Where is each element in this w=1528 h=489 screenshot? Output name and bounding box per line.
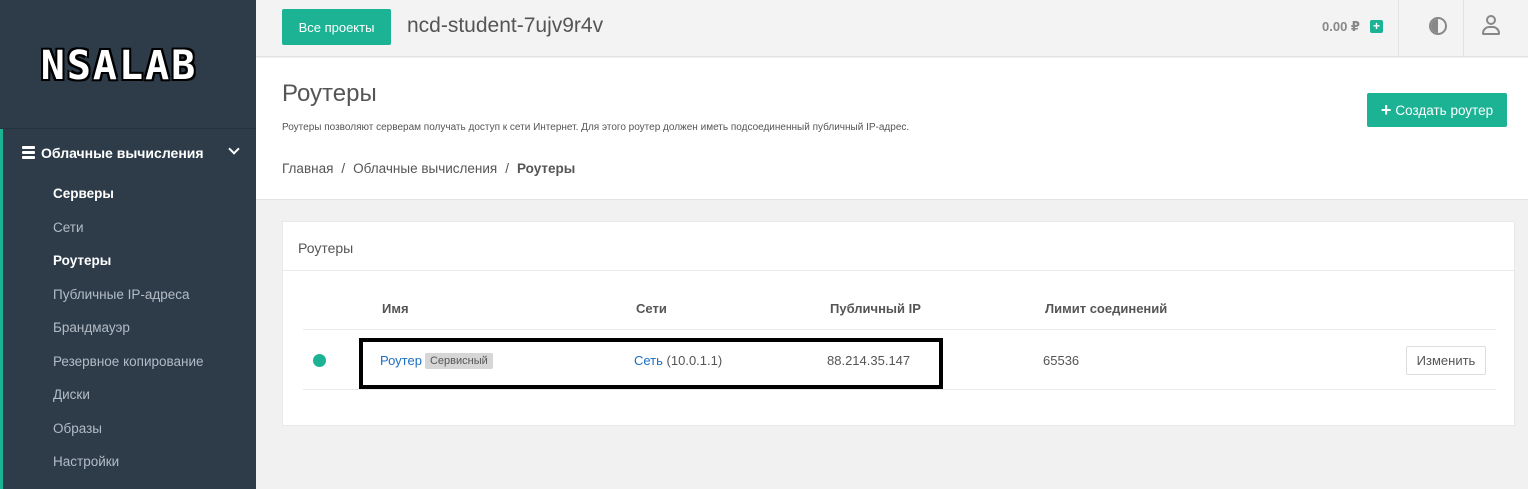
sidebar-item-disks[interactable]: Диски bbox=[3, 378, 256, 412]
nav-list: Серверы Сети Роутеры Публичные IP-адреса… bbox=[3, 174, 256, 479]
sidebar-item-images[interactable]: Образы bbox=[3, 412, 256, 446]
nav-section-cloud: Облачные вычисления Серверы Сети Роутеры… bbox=[0, 129, 256, 489]
conn-limit-cell: 65536 bbox=[1043, 353, 1080, 368]
column-header-networks: Сети bbox=[636, 301, 667, 316]
theme-toggle-icon[interactable] bbox=[1429, 17, 1447, 35]
sidebar-item-routers[interactable]: Роутеры bbox=[3, 244, 256, 278]
sidebar-item-settings[interactable]: Настройки bbox=[3, 445, 256, 479]
user-icon[interactable] bbox=[1481, 15, 1501, 37]
topbar: Все проекты ncd-student-7ujv9r4v 0.00 ₽ … bbox=[256, 0, 1528, 57]
table-header-divider bbox=[303, 329, 1496, 330]
sidebar-item-firewall[interactable]: Брандмауэр bbox=[3, 311, 256, 345]
page-header: Роутеры Роутеры позволяют серверам получ… bbox=[256, 58, 1528, 200]
breadcrumb-home[interactable]: Главная bbox=[282, 161, 333, 176]
plus-icon: + bbox=[1380, 100, 1392, 120]
chevron-down-icon[interactable] bbox=[228, 143, 240, 155]
column-header-name: Имя bbox=[382, 301, 409, 316]
card-divider bbox=[283, 270, 1514, 271]
table-row-divider bbox=[303, 389, 1496, 390]
routers-card: Роутеры Имя Сети Публичный IP Лимит соед… bbox=[282, 221, 1515, 426]
breadcrumb: Главная / Облачные вычисления / Роутеры bbox=[282, 161, 576, 176]
sidebar-item-backups[interactable]: Резервное копирование bbox=[3, 345, 256, 379]
logo-area: NSALAB bbox=[0, 0, 256, 129]
project-name: ncd-student-7ujv9r4v bbox=[407, 14, 604, 37]
sidebar-item-networks[interactable]: Сети bbox=[3, 211, 256, 245]
create-router-label: Создать роутер bbox=[1395, 102, 1494, 118]
all-projects-button[interactable]: Все проекты bbox=[282, 9, 391, 45]
page-description: Роутеры позволяют серверам получать дост… bbox=[282, 122, 910, 133]
server-stack-icon bbox=[22, 146, 35, 159]
card-title: Роутеры bbox=[298, 240, 354, 256]
create-router-button[interactable]: + Создать роутер bbox=[1367, 93, 1507, 127]
breadcrumb-current: Роутеры bbox=[516, 161, 576, 176]
nav-section-header[interactable]: Облачные вычисления bbox=[3, 129, 256, 174]
balance: 0.00 ₽ bbox=[1322, 19, 1360, 34]
topbar-divider bbox=[1463, 0, 1464, 57]
topbar-divider bbox=[1398, 0, 1399, 57]
column-header-public-ip: Публичный IP bbox=[830, 301, 921, 316]
page-title: Роутеры bbox=[282, 80, 377, 107]
nav-section-label: Облачные вычисления bbox=[41, 144, 204, 161]
status-dot bbox=[313, 354, 326, 367]
column-header-conn-limit: Лимит соединений bbox=[1045, 301, 1168, 316]
highlight-box bbox=[359, 338, 943, 389]
edit-button[interactable]: Изменить bbox=[1406, 346, 1486, 375]
breadcrumb-cloud[interactable]: Облачные вычисления bbox=[353, 161, 497, 176]
logo[interactable]: NSALAB bbox=[41, 43, 198, 89]
sidebar: NSALAB Облачные вычисления Серверы Сети … bbox=[0, 0, 256, 489]
add-funds-icon[interactable]: + bbox=[1370, 20, 1383, 33]
sidebar-item-public-ips[interactable]: Публичные IP-адреса bbox=[3, 278, 256, 312]
sidebar-item-servers[interactable]: Серверы bbox=[3, 177, 256, 211]
